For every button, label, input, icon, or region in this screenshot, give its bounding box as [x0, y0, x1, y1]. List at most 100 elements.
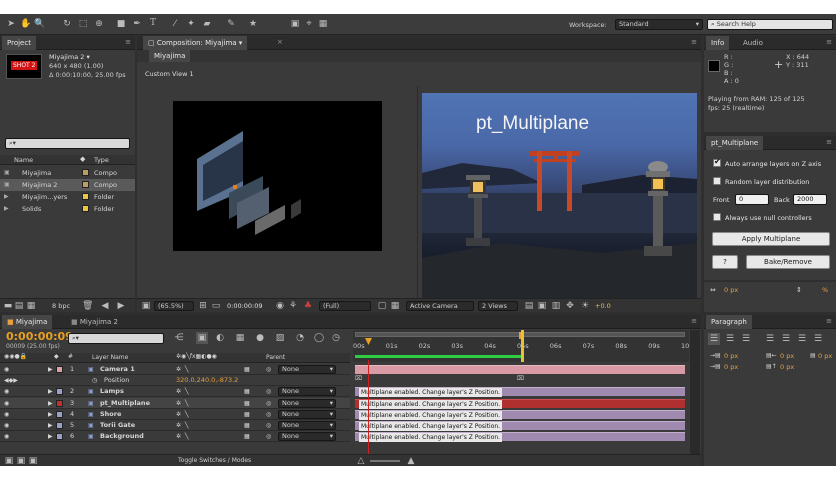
column-layer-name[interactable]: Layer Name: [92, 354, 128, 361]
parent-select[interactable]: None ▾: [278, 421, 336, 430]
tab-miyajima[interactable]: Miyajima: [149, 50, 191, 62]
expand-layer-switches-icon[interactable]: ▣: [4, 455, 14, 466]
parent-pickwhip-icon[interactable]: ◎: [266, 409, 271, 420]
expand-timing-icon[interactable]: ▣: [28, 455, 38, 466]
keyframe-icon[interactable]: ⌧: [355, 375, 362, 382]
bit-depth-button[interactable]: 8 bpc: [52, 302, 70, 310]
interpret-footage-icon[interactable]: ▬: [3, 300, 13, 312]
timeline-search-input[interactable]: ⌕▾: [68, 333, 164, 344]
project-search-input[interactable]: ⌕▾: [5, 138, 130, 149]
align-left-icon[interactable]: ☰: [708, 333, 720, 345]
current-time-indicator[interactable]: [365, 338, 372, 345]
parent-select[interactable]: None ▾: [278, 365, 336, 374]
project-item[interactable]: ▣ Miyajima Compo: [0, 167, 135, 179]
fast-previews-icon[interactable]: ▣: [537, 300, 547, 312]
parent-pickwhip-icon[interactable]: ◎: [266, 386, 271, 397]
parent-pickwhip-icon[interactable]: ◎: [266, 364, 271, 375]
comp-timecode[interactable]: 0:00:00:09: [227, 302, 263, 310]
parent-select[interactable]: None ▾: [278, 387, 336, 397]
align-center-icon[interactable]: ☰: [724, 333, 736, 345]
project-item[interactable]: ▣ Miyajima 2 Compo: [0, 179, 135, 191]
roi-icon[interactable]: ▢: [377, 300, 387, 312]
tab-composition[interactable]: ▢ Composition: Miyajima ▾: [143, 36, 248, 50]
layer-duration-bar[interactable]: Multiplane enabled. Change layer's Z Pos…: [355, 421, 685, 431]
layer-duration-bar[interactable]: Multiplane enabled. Change layer's Z Pos…: [355, 398, 685, 409]
visibility-eye-icon[interactable]: ◉: [4, 409, 9, 420]
disclosure-triangle-icon[interactable]: ▶: [48, 386, 53, 397]
character-px-value[interactable]: 0 px: [724, 286, 738, 294]
timeline-icon[interactable]: ▥: [551, 300, 561, 312]
help-button[interactable]: ?: [712, 255, 738, 269]
hide-shy-icon[interactable]: ◐: [214, 332, 226, 344]
space-before-value[interactable]: 0 px: [780, 363, 794, 371]
selection-tool-icon[interactable]: ➤: [6, 18, 16, 30]
keyframe-nav-icon[interactable]: ◀◆▶: [4, 375, 18, 386]
panel-menu-icon[interactable]: ≡: [826, 317, 832, 325]
search-help-input[interactable]: ⌕ Search Help: [707, 19, 833, 30]
mask-visibility-icon[interactable]: ▭: [211, 300, 221, 312]
null-controllers-checkbox[interactable]: [713, 213, 721, 221]
keyframe-icon[interactable]: ⌧: [517, 375, 524, 382]
snapshot-icon[interactable]: ◉: [275, 300, 285, 312]
camera-tool-icon[interactable]: ⬚: [78, 18, 88, 30]
rotate-tool-icon[interactable]: ↻: [62, 18, 72, 30]
local-axis-icon[interactable]: ▣: [290, 18, 300, 30]
parent-pickwhip-icon[interactable]: ◎: [266, 398, 271, 409]
magnification-select[interactable]: (65.5%): [154, 301, 194, 311]
delete-icon[interactable]: 🗑: [82, 300, 93, 312]
indent-left-value[interactable]: 0 px: [724, 352, 738, 360]
panel-menu-icon[interactable]: ≡: [691, 38, 697, 46]
expand-modes-icon[interactable]: ▣: [16, 455, 26, 466]
camera-select[interactable]: Active Camera: [406, 301, 474, 311]
visibility-eye-icon[interactable]: ◉: [4, 420, 9, 431]
frame-blending-icon[interactable]: ▦: [234, 332, 246, 344]
justify-right-icon[interactable]: ☰: [796, 333, 808, 345]
flowchart-icon[interactable]: ✥: [565, 300, 575, 312]
grid-icon[interactable]: ⊞: [198, 300, 208, 312]
exposure-icon[interactable]: ☀: [580, 300, 590, 312]
disclosure-triangle-icon[interactable]: ▶: [48, 364, 53, 375]
timeline-scrollbar[interactable]: [690, 330, 700, 454]
justify-all-icon[interactable]: ☰: [812, 333, 824, 345]
align-right-icon[interactable]: ☰: [740, 333, 752, 345]
parent-pickwhip-icon[interactable]: ◎: [266, 420, 271, 431]
tab-project[interactable]: Project: [2, 36, 36, 50]
auto-keyframe-icon[interactable]: ◔: [294, 332, 306, 344]
property-row[interactable]: ◀◆▶ ◷ Position 320.0,240.0,-873.2: [0, 375, 350, 387]
eraser-tool-icon[interactable]: ▰: [202, 18, 212, 30]
disclosure-triangle-icon[interactable]: ▶: [48, 398, 53, 409]
layer-duration-bar[interactable]: [355, 365, 685, 374]
type-tool-icon[interactable]: T: [148, 17, 158, 29]
character-pct-value[interactable]: %: [822, 286, 828, 294]
property-value[interactable]: 320.0,240.0,-873.2: [176, 375, 238, 386]
zoom-in-icon[interactable]: ▲: [406, 455, 416, 466]
always-preview-icon[interactable]: ▣: [141, 300, 151, 312]
tab-info[interactable]: Info: [706, 36, 730, 50]
disclosure-triangle-icon[interactable]: ▶: [48, 431, 53, 442]
3d-layer-icon[interactable]: ▦: [244, 420, 250, 431]
3d-layer-icon[interactable]: ▦: [244, 431, 250, 442]
parent-select[interactable]: None ▾: [278, 432, 336, 442]
visibility-eye-icon[interactable]: ◉: [4, 398, 9, 409]
puppet-tool-icon[interactable]: ★: [248, 18, 258, 30]
3d-layer-icon[interactable]: ▦: [244, 364, 250, 375]
new-comp-icon[interactable]: ▦: [26, 300, 36, 312]
project-item[interactable]: ▶ Miyajim...yers Folder: [0, 191, 135, 203]
space-after-value[interactable]: 0 px: [818, 352, 832, 360]
back-input[interactable]: 2000: [793, 194, 827, 205]
3d-layer-icon[interactable]: ▦: [244, 386, 250, 397]
front-input[interactable]: 0: [735, 194, 769, 205]
column-name[interactable]: Name: [14, 156, 33, 164]
panel-menu-icon[interactable]: ≡: [826, 138, 832, 146]
indent-right-value[interactable]: 0 px: [780, 352, 794, 360]
tab-audio[interactable]: Audio: [738, 36, 768, 50]
tab-timeline-miyajima-2[interactable]: ■ Miyajima 2: [66, 315, 123, 329]
timeline-zoom-slider[interactable]: [370, 460, 400, 462]
zoom-out-icon[interactable]: △: [356, 455, 366, 466]
visibility-eye-icon[interactable]: ◉: [4, 431, 9, 442]
layer-duration-bar[interactable]: Multiplane enabled. Change layer's Z Pos…: [355, 432, 685, 443]
view-axis-icon[interactable]: ▦: [318, 18, 328, 30]
transparency-grid-icon[interactable]: ▦: [390, 300, 400, 312]
draft-3d-icon[interactable]: ▣: [196, 332, 208, 344]
indent-first-value[interactable]: 0 px: [724, 363, 738, 371]
